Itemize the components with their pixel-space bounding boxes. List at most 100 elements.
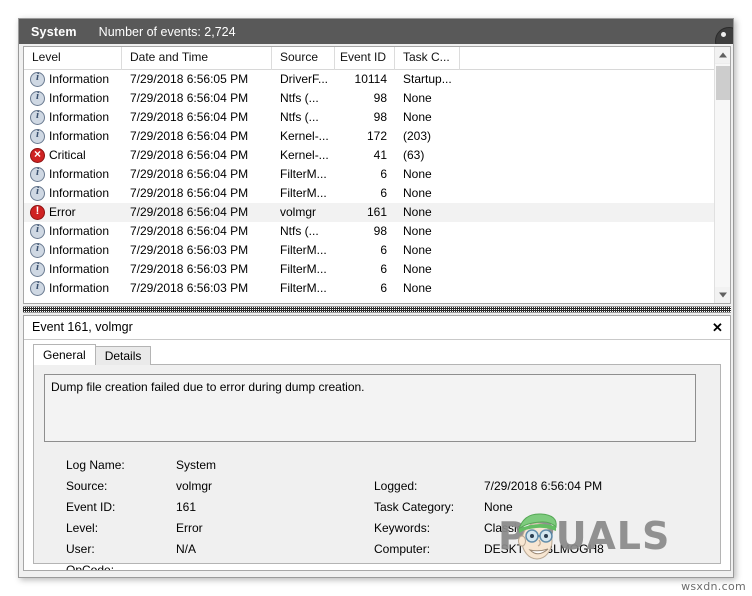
cell-source: FilterM... (280, 186, 327, 200)
events-grid[interactable]: Level Date and Time Source Event ID Task… (24, 47, 716, 303)
cell-event-id: 98 (373, 91, 387, 105)
cell-date-time: 7/29/2018 6:56:04 PM (130, 224, 249, 238)
events-rows: Information 7/29/2018 6:56:05 PM DriverF..… (24, 70, 716, 298)
column-header-date[interactable]: Date and Time (122, 47, 272, 70)
property-label: OpCode: (66, 563, 115, 571)
log-header-bar: System Number of events: 2,724 (19, 19, 733, 44)
detail-title-label: Event 161, volmgr (32, 320, 133, 334)
events-vertical-scrollbar[interactable] (714, 47, 730, 303)
cell-source: Ntfs (... (280, 110, 319, 124)
table-row[interactable]: Information 7/29/2018 6:56:03 PM FilterM..… (24, 260, 716, 279)
cell-level-label: Information (49, 262, 110, 276)
cell-task-category: None (403, 205, 432, 219)
information-icon (30, 280, 45, 296)
general-tab-body: Dump file creation failed due to error d… (33, 364, 721, 570)
property-label: User: (66, 542, 95, 556)
property-value: volmgr (176, 479, 213, 493)
scroll-up-button[interactable] (715, 47, 730, 64)
property-value: System (176, 458, 217, 472)
column-header-task-category[interactable]: Task C... (395, 47, 460, 70)
table-row[interactable]: Information 7/29/2018 6:56:04 PM FilterM..… (24, 184, 716, 203)
event-properties: Log Name: System Source: volmgr Event ID: 161… (44, 455, 712, 570)
cell-date-time: 7/29/2018 6:56:03 PM (130, 281, 249, 295)
cell-level-label: Information (49, 72, 110, 86)
table-row[interactable]: Information 7/29/2018 6:56:04 PM Ntfs (...… (24, 222, 716, 241)
tab-general[interactable]: General (33, 344, 96, 365)
cell-date-time: 7/29/2018 6:56:04 PM (130, 205, 249, 219)
property-label: Task Category: (374, 500, 455, 514)
cell-source: FilterM... (280, 281, 327, 295)
cell-level: Information (24, 222, 122, 241)
cell-level: Information (24, 127, 122, 146)
cell-level: Information (24, 89, 122, 108)
table-row[interactable]: Error 7/29/2018 6:56:04 PM volmgr 161 None (24, 203, 716, 222)
cell-task-category: None (403, 243, 432, 257)
property-label: Level: (66, 521, 99, 535)
cell-event-id: 6 (380, 167, 387, 181)
cell-level: Information (24, 260, 122, 279)
cell-date-time: 7/29/2018 6:56:04 PM (130, 167, 249, 181)
information-icon (30, 71, 45, 87)
events-column-header[interactable]: Level Date and Time Source Event ID Task… (24, 47, 716, 70)
table-row[interactable]: Information 7/29/2018 6:56:04 PM Ntfs (...… (24, 108, 716, 127)
property-value: DESKTOP-BLMOGH8 (484, 542, 604, 556)
close-icon[interactable]: ✕ (709, 319, 726, 336)
event-message-box[interactable]: Dump file creation failed due to error d… (44, 374, 696, 442)
cell-level: Information (24, 279, 122, 298)
cell-level-label: Information (49, 186, 110, 200)
tab-details[interactable]: Details (94, 346, 152, 365)
property-label (374, 560, 484, 570)
column-header-source[interactable]: Source (272, 47, 335, 70)
cell-source: Ntfs (... (280, 91, 319, 105)
cell-date-time: 7/29/2018 6:56:03 PM (130, 262, 249, 276)
cell-date-time: 7/29/2018 6:56:04 PM (130, 148, 249, 162)
property-value: N/A (176, 542, 197, 556)
table-row[interactable]: Information 7/29/2018 6:56:04 PM FilterM..… (24, 165, 716, 184)
column-header-event-id[interactable]: Event ID (335, 47, 395, 70)
property-row: Computer: DESKTOP-BLMOGH8 (374, 539, 604, 560)
source-credit: wsxdn.com (681, 580, 746, 593)
cell-event-id: 6 (380, 186, 387, 200)
panel-splitter[interactable] (23, 306, 731, 313)
events-list-panel[interactable]: Level Date and Time Source Event ID Task… (23, 46, 731, 304)
cell-level-label: Information (49, 129, 110, 143)
cell-level: Information (24, 165, 122, 184)
property-value: Error (176, 521, 203, 535)
property-label: Computer: (374, 542, 431, 556)
table-row[interactable]: Information 7/29/2018 6:56:04 PM Ntfs (...… (24, 89, 716, 108)
property-row: Task Category: None (374, 497, 604, 518)
detail-tabs[interactable]: General Details (33, 344, 152, 365)
cell-event-id: 161 (366, 205, 387, 219)
critical-icon (30, 148, 45, 163)
table-row[interactable]: Information 7/29/2018 6:56:03 PM FilterM..… (24, 279, 716, 298)
property-label: Event ID: (66, 500, 116, 514)
table-row[interactable]: Information 7/29/2018 6:56:03 PM FilterM..… (24, 241, 716, 260)
property-row: Source: volmgr (66, 476, 216, 497)
cell-source: Kernel-... (280, 148, 329, 162)
cell-event-id: 98 (373, 224, 387, 238)
cell-date-time: 7/29/2018 6:56:04 PM (130, 110, 249, 124)
cell-level-label: Information (49, 110, 110, 124)
property-label: Keywords: (374, 521, 431, 535)
table-row[interactable]: Information 7/29/2018 6:56:04 PM Kernel-..… (24, 127, 716, 146)
information-icon (30, 166, 45, 182)
table-row[interactable]: Information 7/29/2018 6:56:05 PM DriverF..… (24, 70, 716, 89)
event-properties-right-column: Logged: 7/29/2018 6:56:04 PM Task Category… (374, 455, 604, 570)
information-icon (30, 261, 45, 277)
cell-level: Critical (24, 146, 122, 165)
table-row[interactable]: Critical 7/29/2018 6:56:04 PM Kernel-... 41… (24, 146, 716, 165)
property-value: Classic (484, 521, 523, 535)
column-header-level[interactable]: Level (24, 47, 122, 70)
property-label: Logged: (374, 479, 418, 493)
cell-task-category: (63) (403, 148, 425, 162)
error-icon (30, 205, 45, 220)
cell-event-id: 6 (380, 243, 387, 257)
cell-event-id: 98 (373, 110, 387, 124)
cell-date-time: 7/29/2018 6:56:04 PM (130, 129, 249, 143)
cell-level-label: Error (49, 205, 76, 219)
property-row: Event ID: 161 (66, 497, 216, 518)
scroll-down-button[interactable] (715, 287, 730, 303)
cell-event-id: 172 (366, 129, 387, 143)
scrollbar-thumb[interactable] (716, 66, 730, 100)
cell-date-time: 7/29/2018 6:56:05 PM (130, 72, 249, 86)
